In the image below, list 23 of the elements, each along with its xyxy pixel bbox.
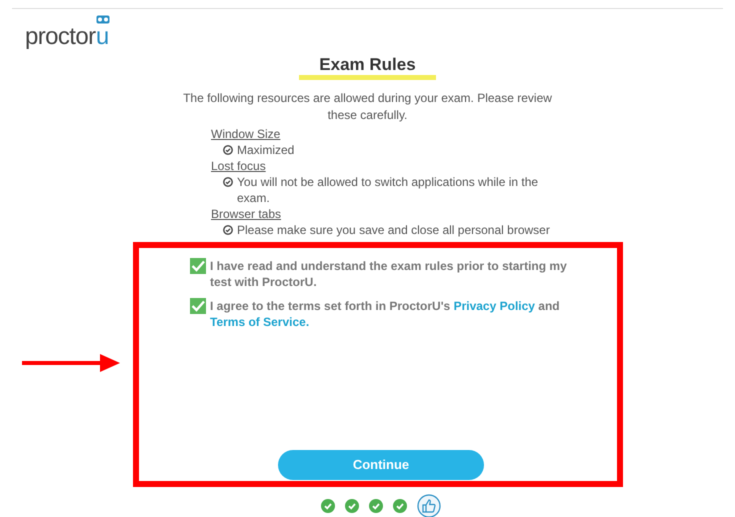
rule-text: You will not be allowed to switch applications while in the exam. <box>237 174 540 206</box>
rule-text: Maximized <box>237 142 294 158</box>
checkbox[interactable] <box>190 258 206 274</box>
logo-letter: u <box>96 25 110 49</box>
checkmark-icon <box>191 260 205 272</box>
check-circle-icon <box>223 145 233 155</box>
agreement-link[interactable]: Terms of Service. <box>210 315 310 329</box>
rule-heading: Window Size <box>211 126 280 142</box>
rule-heading: Lost focus <box>211 158 266 174</box>
arrow-icon <box>22 354 120 372</box>
agreement-link[interactable]: Privacy Policy <box>454 299 535 313</box>
rule-text: Please make sure you save and close all personal browser <box>237 222 550 238</box>
checkbox[interactable] <box>190 298 206 314</box>
continue-button[interactable]: Continue <box>278 450 484 480</box>
intro-text: The following resources are allowed during your exam. Please review these carefully. <box>182 90 553 124</box>
page-title: Exam Rules <box>299 55 436 80</box>
agreement-text: I have read and understand the exam rules prior to starting my test with ProctorU. <box>210 258 568 290</box>
logo: proctor <box>25 25 96 49</box>
agreement-text: I agree to the terms set forth in ProctorU's Privacy Policy and Terms of Service. <box>210 298 561 330</box>
checkmark-icon <box>191 300 205 312</box>
check-circle-icon <box>223 225 233 235</box>
check-circle-icon <box>223 177 233 187</box>
rule-heading: Browser tabs <box>211 206 282 222</box>
